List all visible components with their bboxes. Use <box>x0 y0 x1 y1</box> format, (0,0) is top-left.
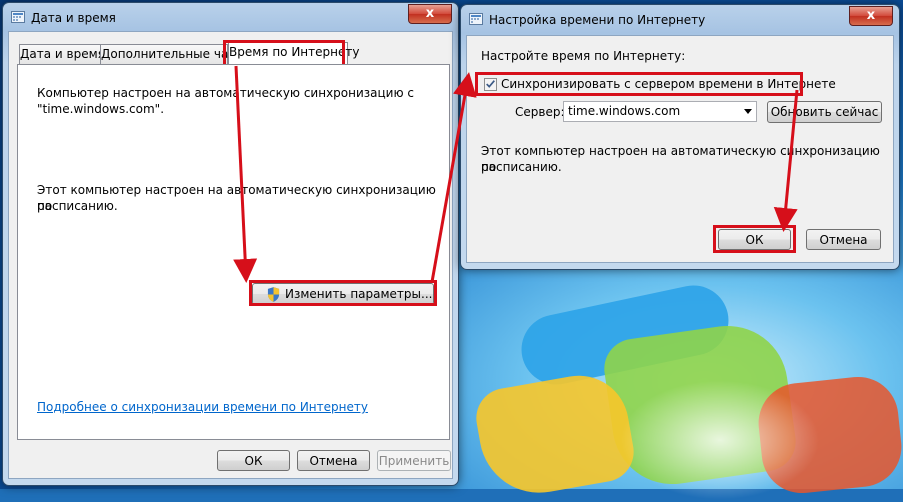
settings-cancel-button[interactable]: Отмена <box>806 229 881 250</box>
update-now-button[interactable]: Обновить сейчас <box>767 101 882 123</box>
settings-status-line2: расписанию. <box>481 160 562 174</box>
settings-window-title: Настройка времени по Интернету <box>489 13 706 27</box>
settings-ok-highlight <box>713 225 796 253</box>
apply-button: Применить <box>377 450 451 471</box>
settings-heading: Настройте время по Интернету: <box>481 49 686 63</box>
internet-time-settings-window: Настройка времени по Интернету x Настрой… <box>460 4 900 270</box>
server-combobox[interactable]: time.windows.com <box>563 101 757 122</box>
logo-glow <box>620 380 820 500</box>
change-settings-highlight <box>249 280 437 306</box>
sync-status-line1: Компьютер настроен на автоматическую син… <box>37 86 414 100</box>
chevron-down-icon[interactable] <box>744 109 752 114</box>
ok-button[interactable]: ОК <box>217 450 290 471</box>
schedule-status-line2: расписанию. <box>37 199 118 213</box>
window-title: Дата и время <box>31 11 116 25</box>
sync-checkbox-highlight <box>475 72 803 96</box>
internet-time-panel: Компьютер настроен на автоматическую син… <box>17 64 450 440</box>
date-time-client: Дата и время Дополнительные часы Время п… <box>8 31 453 479</box>
tab-internet-time-highlight <box>223 40 345 67</box>
tab-additional-clocks[interactable]: Дополнительные часы <box>100 44 244 64</box>
date-time-window: Дата и время x Дата и время Дополнительн… <box>2 2 459 486</box>
server-value: time.windows.com <box>568 104 681 118</box>
clock-window-icon <box>469 13 483 25</box>
date-time-titlebar[interactable]: Дата и время x <box>3 3 458 31</box>
settings-client: Настройте время по Интернету: Синхронизи… <box>466 35 894 263</box>
close-icon[interactable]: x <box>849 6 893 26</box>
internet-sync-help-link[interactable]: Подробнее о синхронизации времени по Инт… <box>37 399 368 415</box>
close-icon[interactable]: x <box>408 4 452 24</box>
cancel-button[interactable]: Отмена <box>297 450 370 471</box>
tab-date-time[interactable]: Дата и время <box>19 44 105 64</box>
settings-titlebar[interactable]: Настройка времени по Интернету x <box>461 5 899 33</box>
server-label: Сервер: <box>515 105 565 119</box>
sync-status-line2: "time.windows.com". <box>37 102 165 116</box>
clock-window-icon <box>11 11 25 23</box>
